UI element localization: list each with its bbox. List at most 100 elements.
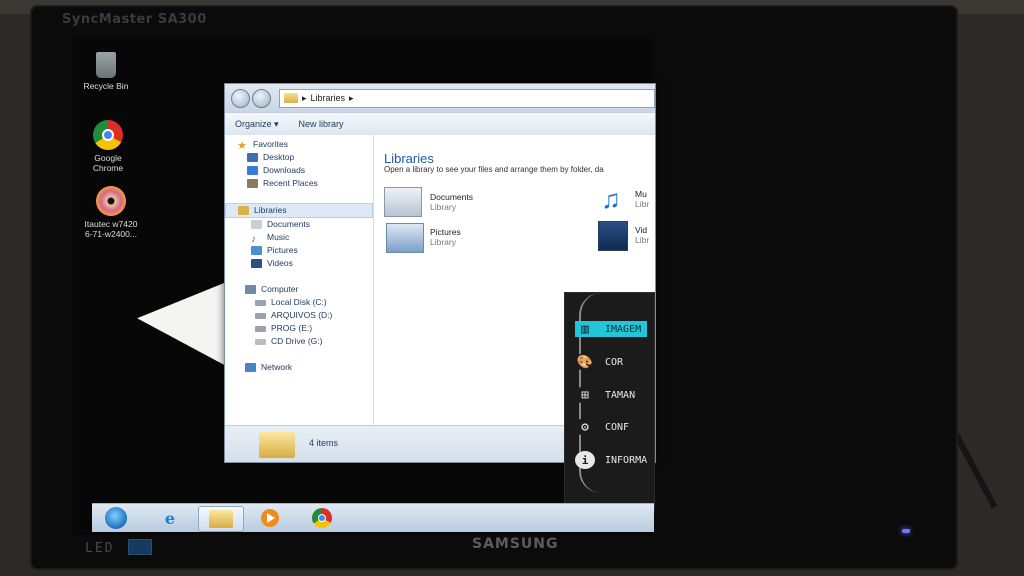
media-player-icon (261, 509, 279, 527)
start-button[interactable] (94, 506, 138, 530)
new-library-button[interactable]: New library (289, 119, 354, 129)
desktop-icon-label: Recycle Bin (83, 81, 129, 91)
back-button[interactable] (231, 88, 250, 108)
desktop-icon-label-line2: Chrome (92, 163, 124, 173)
taskbar: e (92, 503, 654, 532)
music-library-icon: ♫ (601, 184, 621, 214)
recycle-bin-icon (96, 52, 116, 78)
taskbar-internet-explorer[interactable]: e (148, 506, 192, 530)
gear-icon: ⚙ (575, 418, 595, 436)
internet-explorer-icon: e (164, 508, 176, 528)
osd-label: COR (605, 356, 624, 368)
address-row: ▸ Libraries ▸ (225, 84, 655, 112)
nav-label: Music (267, 232, 290, 242)
downloads-icon (247, 166, 258, 176)
osd-item-informacao[interactable]: i INFORMA (575, 450, 647, 470)
library-name: Documents (430, 192, 473, 202)
nav-label: Computer (261, 284, 299, 294)
nav-label: Libraries (254, 205, 287, 215)
nav-downloads[interactable]: Downloads (225, 164, 373, 177)
drive-icon (255, 312, 266, 319)
navigation-pane: ★ Favorites Desktop Downloads Recent Plac… (225, 135, 374, 425)
item-count: 4 items (309, 438, 339, 448)
library-name: Vid (635, 225, 648, 235)
library-pictures[interactable]: Pictures Library (430, 227, 461, 247)
taskbar-windows-explorer[interactable] (198, 506, 244, 532)
palette-icon: 🎨 (575, 353, 595, 371)
nav-computer[interactable]: Computer (225, 283, 373, 296)
drive-icon (255, 325, 266, 332)
windows-orb-icon (105, 507, 127, 529)
nav-pictures[interactable]: Pictures (225, 244, 373, 257)
nav-music[interactable]: ♪ Music (225, 231, 373, 246)
library-name: Mu (635, 189, 647, 199)
nav-documents[interactable]: Documents (225, 218, 373, 231)
nav-label: Videos (267, 258, 293, 268)
videos-icon (251, 259, 262, 269)
desktop-icon (247, 153, 258, 163)
documents-icon (251, 220, 262, 230)
nav-recent-places[interactable]: Recent Places (225, 177, 373, 190)
taskbar-media-player[interactable] (248, 506, 292, 530)
network-icon (245, 363, 256, 373)
organize-button[interactable]: Organize ▾ (225, 119, 289, 130)
library-music[interactable]: Mu Libr (635, 189, 649, 209)
nav-arquivos-d[interactable]: ARQUIVOS (D:) (225, 309, 373, 322)
nav-label: Desktop (263, 152, 295, 162)
nav-prog-e[interactable]: PROG (E:) (225, 322, 373, 335)
osd-item-config[interactable]: ⚙ CONF (575, 417, 629, 437)
osd-label: TAMAN (605, 389, 636, 401)
library-videos[interactable]: Vid Libr (635, 225, 649, 245)
pictures-icon (251, 246, 262, 256)
energy-logo-icon (128, 539, 152, 555)
nav-label: Network (261, 362, 293, 372)
desktop-icon-google-chrome[interactable]: Google Chrome (68, 120, 148, 173)
nav-network[interactable]: Network (225, 361, 373, 374)
documents-library-icon (384, 187, 422, 217)
music-icon: ♪ (251, 234, 256, 246)
computer-icon (245, 285, 256, 295)
disc-icon (96, 186, 126, 216)
chevron-right-icon: ▸ (302, 92, 307, 103)
osd-item-cor[interactable]: 🎨 COR (575, 352, 623, 372)
desktop-icon-label-line1: Google (94, 153, 122, 163)
osd-label: CONF (605, 421, 630, 433)
drive-icon (255, 299, 266, 306)
desktop-icon-itautec[interactable]: Itautec w7420 6-71-w2400... (71, 186, 151, 239)
taskbar-google-chrome[interactable] (300, 506, 344, 530)
folder-icon (209, 510, 233, 528)
libraries-icon (238, 206, 249, 216)
nav-favorites[interactable]: ★ Favorites (225, 138, 373, 152)
picture-icon: ▥ (581, 321, 589, 337)
cd-drive-icon (255, 338, 266, 345)
power-led-icon[interactable] (902, 529, 910, 533)
osd-item-tamanho[interactable]: ⊞ TAMAN (575, 385, 635, 405)
nav-cd-drive-g[interactable]: CD Drive (G:) (225, 335, 373, 348)
pictures-library-icon (386, 223, 424, 253)
nav-videos[interactable]: Videos (225, 257, 373, 270)
chrome-icon (93, 120, 123, 150)
library-documents[interactable]: Documents Library (430, 192, 473, 212)
forward-button[interactable] (252, 88, 271, 108)
library-type: Libr (635, 199, 650, 209)
nav-desktop[interactable]: Desktop (225, 151, 373, 164)
nav-libraries[interactable]: Libraries (225, 203, 373, 218)
desktop-icon-label-line2: 6-71-w2400... (85, 229, 137, 239)
videos-library-icon (598, 221, 628, 251)
nav-label: Downloads (263, 165, 306, 175)
nav-local-disk-c[interactable]: Local Disk (C:) (225, 296, 373, 309)
monitor-model-label: SyncMaster SA300 (62, 12, 207, 27)
osd-label: INFORMA (605, 454, 648, 466)
chevron-right-icon: ▸ (349, 92, 354, 103)
nav-label: CD Drive (G:) (271, 336, 323, 346)
desktop-icon-recycle-bin[interactable]: Recycle Bin (66, 52, 146, 91)
page-subtitle: Open a library to see your files and arr… (384, 165, 604, 174)
led-logo: LED (85, 541, 115, 556)
osd-item-imagem[interactable]: ▥ IMAGEM (575, 321, 648, 337)
nav-label: Recent Places (263, 178, 318, 188)
chrome-icon (312, 508, 332, 528)
library-name: Pictures (430, 227, 461, 237)
desktop-icon-label-line1: Itautec w7420 (84, 219, 138, 229)
breadcrumb[interactable]: Libraries (311, 93, 346, 103)
nav-label: Favorites (253, 139, 288, 149)
